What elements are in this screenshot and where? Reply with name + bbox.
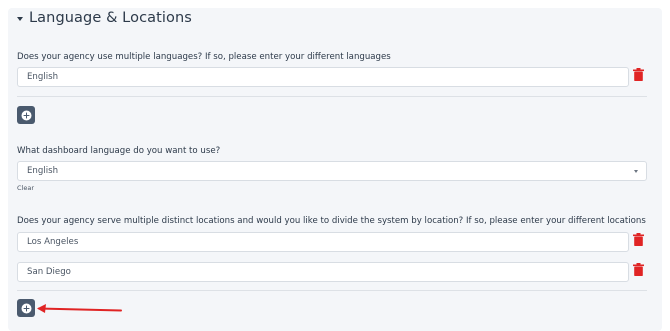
- languages-question: Does your agency use multiple languages?…: [17, 52, 391, 62]
- section-title: Language & Locations: [29, 10, 192, 26]
- dashboard-language-select[interactable]: English: [17, 161, 647, 181]
- plus-circle-icon: [21, 303, 31, 313]
- section-toggle[interactable]: Language & Locations: [17, 10, 192, 26]
- location-input-1[interactable]: Los Angeles: [17, 232, 629, 252]
- chevron-down-icon: [634, 170, 638, 173]
- dashboard-language-question: What dashboard language do you want to u…: [17, 146, 221, 156]
- trash-icon[interactable]: [633, 263, 644, 276]
- language-input-1[interactable]: English: [17, 67, 629, 87]
- selected-value: English: [27, 166, 59, 176]
- caret-down-icon: [17, 16, 23, 21]
- add-location-button[interactable]: [17, 299, 35, 317]
- plus-circle-icon: [21, 110, 31, 120]
- trash-icon[interactable]: [633, 233, 644, 246]
- annotation-arrow: [37, 304, 122, 313]
- add-language-button[interactable]: [17, 106, 35, 124]
- locations-question: Does your agency serve multiple distinct…: [17, 216, 646, 226]
- trash-icon[interactable]: [633, 68, 644, 81]
- divider: [17, 290, 647, 291]
- divider: [17, 96, 647, 97]
- clear-link[interactable]: Clear: [17, 184, 34, 192]
- location-input-2[interactable]: San Diego: [17, 262, 629, 282]
